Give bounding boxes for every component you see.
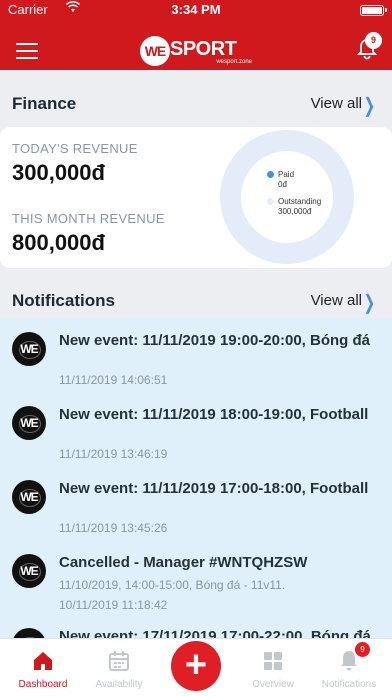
notification-title: New event: 11/11/2019 18:00-19:00, Footb… [59,406,369,423]
avatar: WE [12,406,46,440]
tab-notifications-label: Notifications [321,679,377,690]
today-revenue-label: TODAY'S REVENUE [12,141,138,156]
logo-subtext: wesport.zone [216,59,252,65]
finance-header: Finance View all ❯ [0,90,392,120]
wesport-logo: WE SPORT wesport.zone [140,36,254,66]
chevron-right-icon[interactable]: ❯ [364,290,376,315]
legend-outstanding-dot [267,198,274,205]
tab-overview-label: Overview [252,679,294,690]
legend-paid-dot [267,171,274,178]
notifications-bell-button[interactable]: 9 [356,32,382,62]
legend-outstanding: Outstanding 300,000đ [267,197,321,217]
logo-mark: WE [140,36,170,66]
nav-bar: WE SPORT wesport.zone [0,20,392,70]
tab-dashboard[interactable]: Dashboard [4,639,82,696]
notification-time: 11/11/2019 13:45:26 [59,521,168,535]
tab-availability-label: Availability [95,679,143,690]
tab-dashboard-label: Dashboard [18,679,68,690]
home-icon [34,652,52,670]
chevron-right-icon[interactable]: ❯ [364,93,376,118]
month-revenue-value: 800,000đ [12,230,105,255]
avatar: WE [12,480,46,514]
status-bar: Carrier 3:34 PM [0,0,392,20]
notification-item[interactable]: WE New event: 11/11/2019 19:00-20:00, Bó… [0,318,392,392]
tab-overview[interactable]: Overview [234,639,312,696]
notification-title: New event: 17/11/2019 17:00-22:00, Bóng … [59,628,371,638]
calendar-icon [109,651,129,671]
battery-icon [360,5,387,16]
notification-title: New event: 11/11/2019 17:00-18:00, Footb… [59,480,369,497]
notifications-title: Notifications [12,291,115,310]
notification-item[interactable]: WE New event: 17/11/2019 17:00-22:00, Bó… [0,614,392,638]
finance-view-all-link[interactable]: View all [311,95,362,112]
notification-title: Cancelled - Manager #WNTQHZSW [59,554,308,571]
clock: 3:34 PM [171,2,221,17]
avatar: WE [12,554,46,588]
finance-title: Finance [12,94,77,113]
notification-time: 11/11/2019 14:06:51 [59,373,168,387]
avatar: WE [12,628,46,638]
notification-item[interactable]: WE Cancelled - Manager #WNTQHZSW 11/10/2… [0,540,392,614]
legend-paid: Paid 0đ [267,170,294,190]
notification-time: 10/11/2019 11:18:42 [59,598,168,612]
add-button[interactable]: + [171,641,221,691]
notifications-view-all-link[interactable]: View all [311,292,362,309]
notification-item[interactable]: WE New event: 11/11/2019 17:00-18:00, Fo… [0,466,392,540]
today-revenue-value: 300,000đ [12,160,105,185]
notification-title: New event: 11/11/2019 19:00-20:00, Bóng … [59,332,370,349]
avatar: WE [12,332,46,366]
tab-notifications-badge: 9 [355,642,370,657]
tab-notifications[interactable]: 9 Notifications [310,639,388,696]
legend-paid-value: 0đ [278,180,287,189]
tab-availability[interactable]: Availability [80,639,158,696]
legend-outstanding-label: Outstanding [278,197,322,206]
legend-outstanding-value: 300,000đ [278,207,312,216]
month-revenue-label: THIS MONTH REVENUE [12,211,165,226]
plus-icon: + [184,644,208,686]
notifications-header: Notifications View all ❯ [0,287,392,317]
notification-detail: 11/10/2019, 14:00-15:00, Bóng đá - 11v11… [59,578,286,592]
notification-time: 11/11/2019 13:46:19 [59,447,168,461]
menu-icon[interactable] [16,43,38,59]
notification-item[interactable]: WE New event: 11/11/2019 18:00-19:00, Fo… [0,392,392,466]
grid-icon [264,652,282,670]
logo-text: SPORT [170,38,237,60]
notification-count-badge: 9 [365,32,382,49]
notifications-list[interactable]: WE New event: 11/11/2019 19:00-20:00, Bó… [0,318,392,638]
